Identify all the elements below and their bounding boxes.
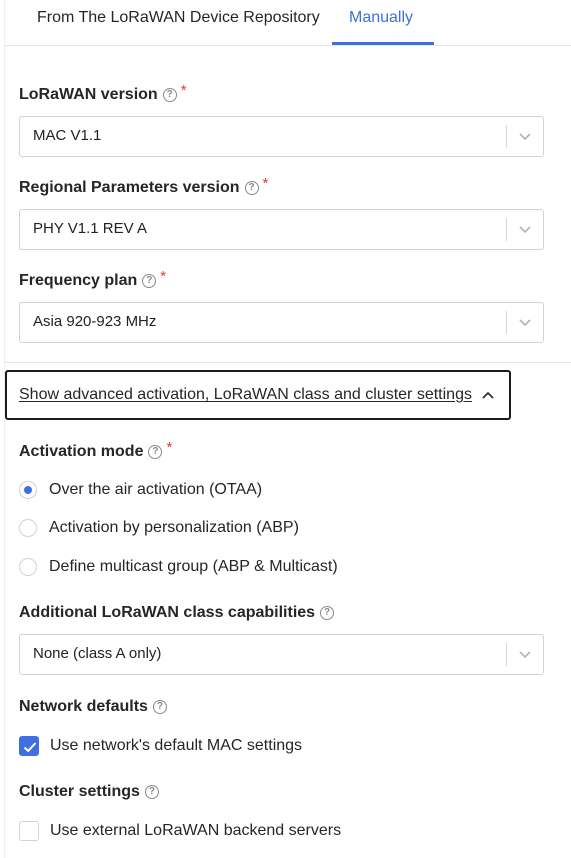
chevron-down-icon[interactable] [517, 128, 533, 144]
chevron-up-icon [482, 391, 494, 399]
help-circle-icon[interactable]: ? [148, 445, 163, 459]
class-capabilities-select[interactable]: None (class A only) [19, 634, 544, 675]
tab-bar: From The LoRaWAN Device Repository Manua… [0, 0, 571, 46]
required-asterisk: * [160, 267, 167, 285]
radio-multicast[interactable]: Define multicast group (ABP & Multicast) [19, 558, 338, 576]
page-left-border [4, 0, 5, 858]
network-defaults-label: Network defaults ? [19, 698, 167, 716]
cluster-settings-label: Cluster settings ? [19, 783, 159, 801]
radio-abp[interactable]: Activation by personalization (ABP) [19, 519, 299, 537]
chevron-down-icon[interactable] [517, 314, 533, 330]
required-asterisk: * [262, 174, 269, 192]
radio-button[interactable] [19, 481, 37, 499]
tab-manually[interactable]: Manually [349, 0, 413, 46]
advanced-settings-toggle[interactable]: Show advanced activation, LoRaWAN class … [5, 370, 511, 420]
tab-divider [4, 45, 571, 46]
network-defaults-checkbox[interactable] [19, 736, 39, 756]
external-backend-checkbox[interactable] [19, 821, 39, 841]
chevron-down-icon[interactable] [517, 646, 533, 662]
section-divider [4, 362, 571, 363]
class-capabilities-label: Additional LoRaWAN class capabilities ? [19, 604, 335, 622]
select-separator [506, 218, 507, 241]
select-separator [506, 125, 507, 148]
required-asterisk: * [166, 438, 173, 456]
regional-params-label: Regional Parameters version ? * [19, 174, 269, 197]
cluster-settings-checkbox-row[interactable]: Use external LoRaWAN backend servers [19, 821, 341, 841]
tab-device-repository[interactable]: From The LoRaWAN Device Repository [37, 0, 320, 46]
radio-button[interactable] [19, 519, 37, 537]
frequency-plan-label: Frequency plan ? * [19, 267, 167, 290]
lorawan-version-label: LoRaWAN version ? * [19, 81, 187, 104]
radio-otaa[interactable]: Over the air activation (OTAA) [19, 481, 262, 499]
select-separator [506, 311, 507, 334]
chevron-down-icon[interactable] [517, 221, 533, 237]
check-icon [23, 742, 37, 753]
frequency-plan-select[interactable]: Asia 920-923 MHz [19, 302, 544, 343]
lorawan-version-select[interactable]: MAC V1.1 [19, 116, 544, 157]
radio-button[interactable] [19, 558, 37, 576]
help-circle-icon[interactable]: ? [320, 606, 335, 620]
regional-params-select[interactable]: PHY V1.1 REV A [19, 209, 544, 250]
activation-mode-label: Activation mode ? * [19, 438, 173, 461]
help-circle-icon[interactable]: ? [162, 88, 177, 102]
select-separator [506, 643, 507, 666]
network-defaults-checkbox-row[interactable]: Use network's default MAC settings [19, 736, 302, 756]
help-circle-icon[interactable]: ? [152, 700, 167, 714]
help-circle-icon[interactable]: ? [244, 181, 259, 195]
required-asterisk: * [180, 81, 187, 99]
help-circle-icon[interactable]: ? [144, 785, 159, 799]
help-circle-icon[interactable]: ? [142, 274, 157, 288]
